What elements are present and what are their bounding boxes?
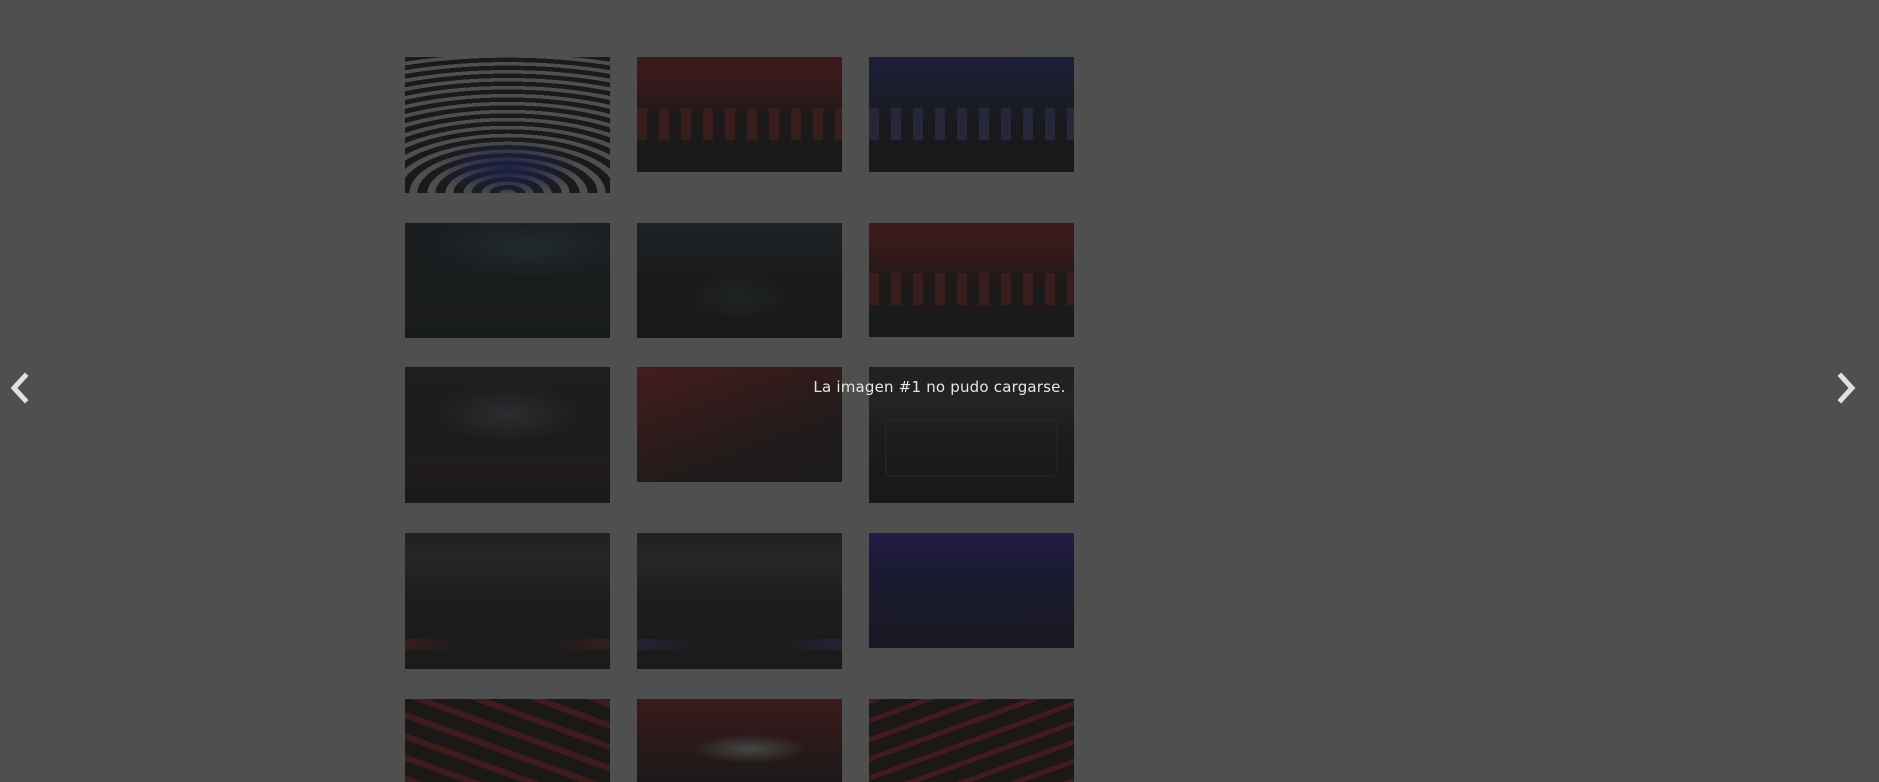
image-load-error-message: La imagen #1 no pudo cargarse. — [813, 378, 1066, 396]
page: La imagen #1 no pudo cargarse. — [0, 0, 1879, 782]
